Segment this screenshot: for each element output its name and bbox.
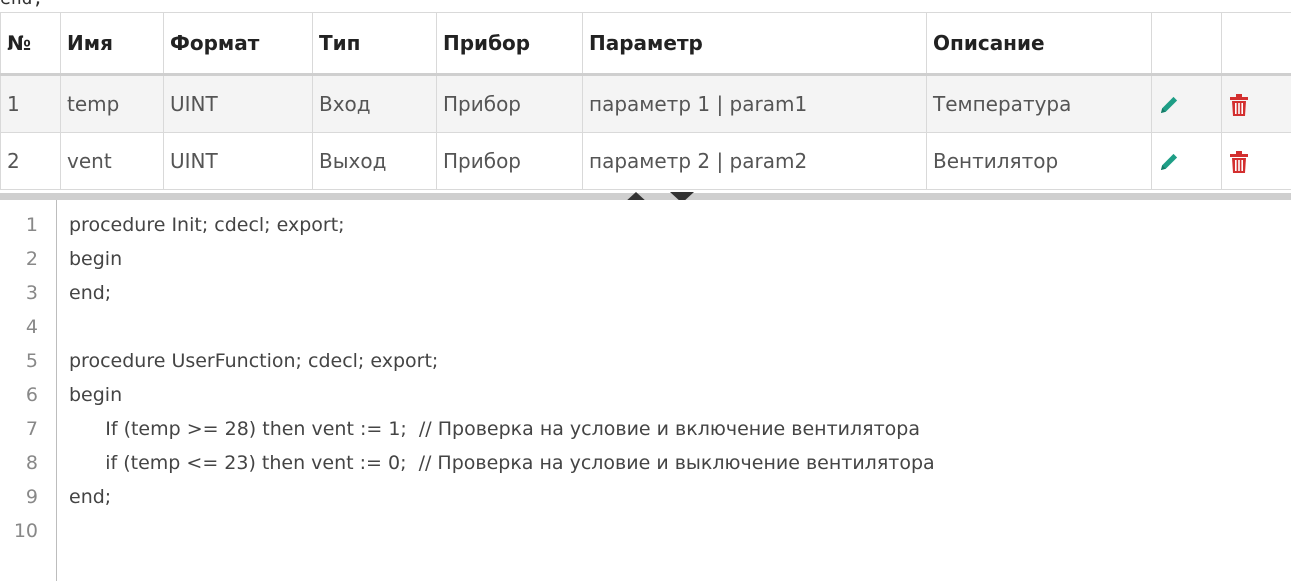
line-number: 9: [25, 486, 38, 508]
column-header-delete: [1221, 12, 1291, 76]
trash-icon[interactable]: [1228, 91, 1250, 116]
clipped-code-text: end;: [0, 0, 43, 12]
line-number: 3: [25, 282, 38, 304]
table-header-row: № Имя Формат Тип Прибор Параметр Описани…: [0, 12, 1291, 76]
column-header-type[interactable]: Тип: [312, 12, 437, 76]
line-text[interactable]: end;: [69, 480, 111, 514]
column-header-parameter[interactable]: Параметр: [582, 12, 927, 76]
code-line: 3 end;: [0, 276, 1291, 310]
line-text[interactable]: procedure Init; cdecl; export;: [69, 208, 345, 242]
code-line: 6 begin: [0, 378, 1291, 412]
cell-number: 1: [0, 74, 61, 133]
table-row[interactable]: 2 vent UINT Выход Прибор параметр 2 | pa…: [0, 132, 1291, 190]
trash-icon[interactable]: [1228, 148, 1250, 173]
cell-type: Вход: [312, 74, 437, 133]
cell-device: Прибор: [436, 74, 583, 133]
cell-name: temp: [60, 74, 164, 133]
code-line: 4: [0, 310, 1291, 344]
line-text[interactable]: begin: [69, 378, 122, 412]
column-header-device[interactable]: Прибор: [436, 12, 583, 76]
cell-parameter: параметр 2 | param2: [582, 132, 927, 190]
line-number: 5: [25, 350, 38, 372]
code-line: 5 procedure UserFunction; cdecl; export;: [0, 344, 1291, 378]
column-header-format[interactable]: Формат: [163, 12, 313, 76]
line-text[interactable]: begin: [69, 242, 122, 276]
cell-parameter: параметр 1 | param1: [582, 74, 927, 133]
cell-device: Прибор: [436, 132, 583, 190]
table-row[interactable]: 1 temp UINT Вход Прибор параметр 1 | par…: [0, 74, 1291, 133]
line-number: 10: [13, 520, 38, 542]
line-number: 4: [25, 316, 38, 338]
line-number: 1: [25, 214, 38, 236]
cell-type: Выход: [312, 132, 437, 190]
column-header-description[interactable]: Описание: [926, 12, 1152, 76]
line-text[interactable]: procedure UserFunction; cdecl; export;: [69, 344, 438, 378]
cell-description: Вентилятор: [926, 132, 1152, 190]
cell-description: Температура: [926, 74, 1152, 133]
code-line: 2 begin: [0, 242, 1291, 276]
cell-name: vent: [60, 132, 164, 190]
edit-button[interactable]: [1151, 74, 1222, 133]
line-number: 7: [25, 418, 38, 440]
code-line: 7 If (temp >= 28) then vent := 1; // Про…: [0, 412, 1291, 446]
delete-button[interactable]: [1221, 74, 1291, 133]
line-text[interactable]: end;: [69, 276, 111, 310]
pencil-icon[interactable]: [1158, 149, 1180, 173]
pencil-icon[interactable]: [1158, 92, 1180, 116]
code-editor[interactable]: 1 procedure Init; cdecl; export; 2 begin…: [0, 200, 1291, 581]
cell-format: UINT: [163, 132, 313, 190]
delete-button[interactable]: [1221, 132, 1291, 190]
column-header-number[interactable]: №: [0, 12, 61, 76]
column-header-edit: [1151, 12, 1222, 76]
variables-table: № Имя Формат Тип Прибор Параметр Описани…: [0, 12, 1291, 190]
line-text[interactable]: if (temp <= 23) then vent := 0; // Прове…: [69, 446, 934, 480]
code-line: 1 procedure Init; cdecl; export;: [0, 208, 1291, 242]
code-line: 10: [0, 514, 1291, 548]
cell-number: 2: [0, 132, 61, 190]
column-header-name[interactable]: Имя: [60, 12, 164, 76]
line-number: 2: [25, 248, 38, 270]
line-text[interactable]: If (temp >= 28) then vent := 1; // Прове…: [69, 412, 920, 446]
cell-format: UINT: [163, 74, 313, 133]
line-number: 8: [25, 452, 38, 474]
line-number: 6: [25, 384, 38, 406]
code-line: 8 if (temp <= 23) then vent := 0; // Про…: [0, 446, 1291, 480]
edit-button[interactable]: [1151, 132, 1222, 190]
code-line: 9 end;: [0, 480, 1291, 514]
app-page: end; № Имя Формат Тип Прибор Параметр Оп…: [0, 0, 1291, 581]
